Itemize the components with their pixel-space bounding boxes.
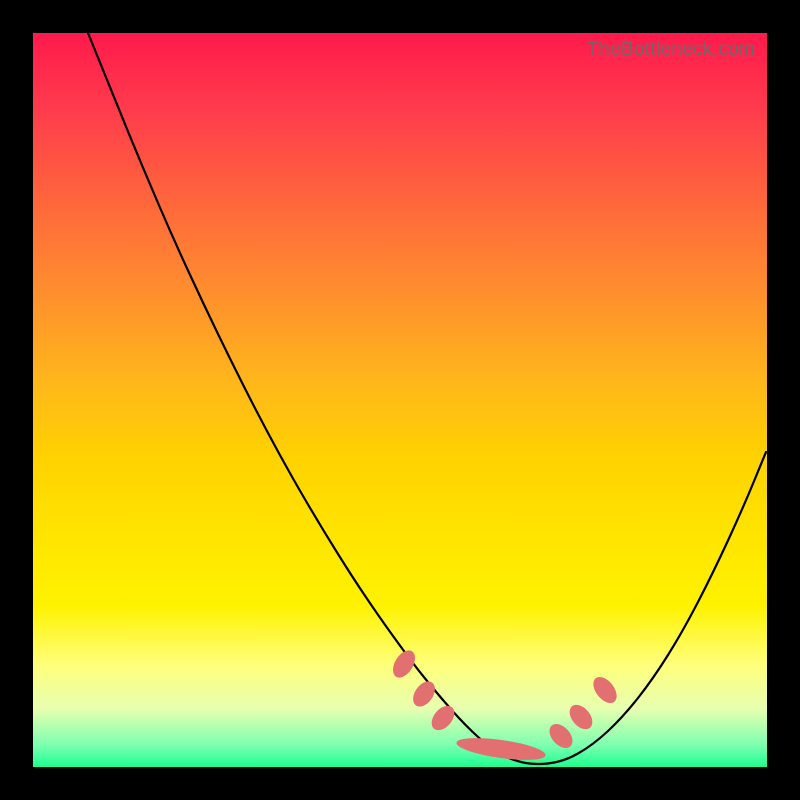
marker-5 — [545, 720, 577, 753]
chart-svg — [33, 33, 767, 767]
marker-6 — [565, 700, 597, 733]
chart-frame: TheBottleneck.com — [0, 0, 800, 800]
plot-area: TheBottleneck.com — [33, 33, 767, 767]
marker-4 — [455, 734, 547, 764]
marker-7 — [589, 673, 622, 708]
bottleneck-curve — [88, 33, 766, 764]
marker-3 — [427, 701, 459, 734]
marker-2 — [409, 677, 440, 710]
markers-group — [388, 647, 621, 765]
